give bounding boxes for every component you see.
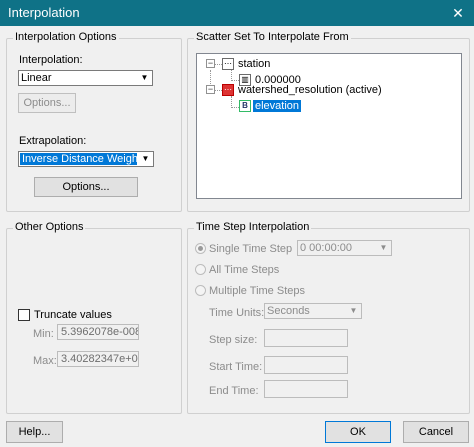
step-size-label: Step size: (209, 334, 258, 346)
all-time-steps-label: All Time Steps (209, 264, 280, 276)
close-icon[interactable]: ✕ (448, 3, 468, 23)
max-field[interactable]: 3.40282347e+038 (57, 351, 139, 367)
interpolation-select[interactable]: Linear ▼ (18, 70, 153, 86)
scatter-set-legend: Scatter Set To Interpolate From (194, 31, 351, 43)
time-units-select[interactable]: Seconds ▼ (264, 303, 362, 319)
chevron-down-icon: ▼ (379, 243, 388, 252)
max-label: Max: (33, 355, 57, 367)
other-options-legend: Other Options (13, 221, 86, 233)
interpolation-options-button[interactable]: Options... (18, 93, 76, 113)
multiple-time-steps-radio[interactable] (195, 285, 206, 296)
title-bar: Interpolation ✕ (0, 0, 474, 26)
multiple-time-steps-label: Multiple Time Steps (209, 285, 305, 297)
start-time-field[interactable] (264, 356, 348, 374)
truncate-label: Truncate values (34, 309, 112, 321)
help-button[interactable]: Help... (6, 421, 63, 443)
scatter-tree[interactable]: − ⋯ station ▥ 0.000000 − ⋯ watershed_res… (196, 53, 462, 199)
extrapolation-select[interactable]: Inverse Distance Weighted ▼ (18, 151, 154, 167)
end-time-label: End Time: (209, 385, 259, 397)
single-time-step-radio[interactable] (195, 243, 206, 254)
all-time-steps-radio[interactable] (195, 264, 206, 275)
scatter-icon: ⋯ (222, 58, 234, 70)
chevron-down-icon: ▼ (349, 306, 358, 315)
min-field[interactable]: 5.3962078e-008 (57, 324, 139, 340)
extrapolation-options-button[interactable]: Options... (34, 177, 138, 197)
single-time-step-value: 0 00:00:00 (300, 242, 352, 254)
truncate-checkbox[interactable] (18, 309, 30, 321)
time-units-label: Time Units: (209, 307, 265, 319)
dataset-icon: B (239, 100, 251, 112)
chevron-down-icon: ▼ (140, 73, 149, 82)
collapse-icon[interactable]: − (206, 59, 215, 68)
interpolation-value: Linear (21, 72, 52, 84)
single-time-step-label: Single Time Step (209, 243, 293, 255)
extrapolation-value: Inverse Distance Weighted (20, 153, 154, 165)
ok-button[interactable]: OK (325, 421, 391, 443)
start-time-label: Start Time: (209, 361, 263, 373)
window-title: Interpolation (8, 5, 80, 20)
scatter-active-icon: ⋯ (222, 84, 234, 96)
chevron-down-icon: ▼ (141, 154, 150, 163)
end-time-field[interactable] (264, 380, 348, 398)
interpolation-options-legend: Interpolation Options (13, 31, 119, 43)
step-size-field[interactable] (264, 329, 348, 347)
interpolation-label: Interpolation: (19, 54, 83, 66)
cancel-button[interactable]: Cancel (403, 421, 469, 443)
extrapolation-label: Extrapolation: (19, 135, 87, 147)
min-label: Min: (33, 328, 54, 340)
collapse-icon[interactable]: − (206, 85, 215, 94)
other-options-group: Other Options (6, 221, 182, 414)
time-step-legend: Time Step Interpolation (194, 221, 312, 233)
tree-item-station[interactable]: station (238, 58, 270, 70)
tree-item-watershed[interactable]: watershed_resolution (active) (238, 84, 382, 96)
tree-item-elevation[interactable]: elevation (253, 100, 302, 112)
single-time-step-select[interactable]: 0 00:00:00 ▼ (297, 240, 392, 256)
time-units-value: Seconds (267, 305, 310, 317)
